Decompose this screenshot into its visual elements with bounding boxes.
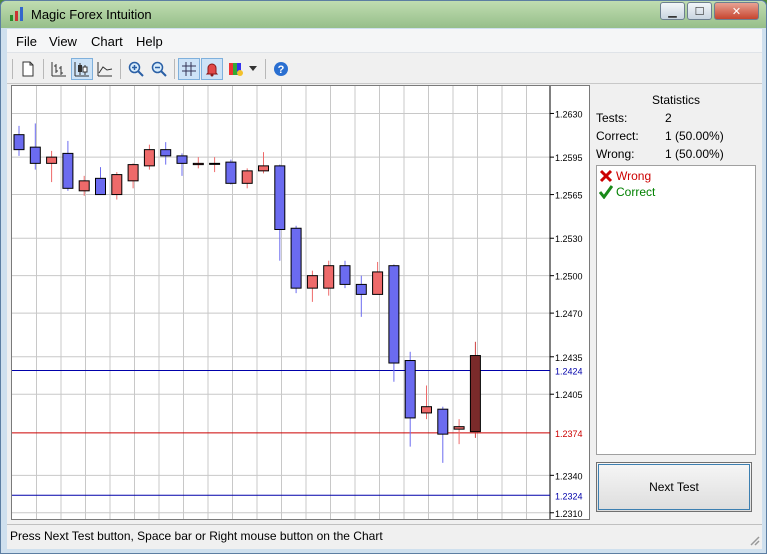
candlestick-icon[interactable] bbox=[71, 58, 93, 80]
candle-body bbox=[339, 265, 351, 285]
candle-body bbox=[421, 406, 432, 414]
candle-body bbox=[437, 408, 449, 435]
candle-body bbox=[225, 161, 237, 184]
maximize-button[interactable]: ☐ bbox=[687, 2, 712, 20]
status-bar: Press Next Test button, Space bar or Rig… bbox=[7, 524, 762, 548]
candle-body bbox=[29, 146, 41, 164]
stat-tests-label: Tests: bbox=[596, 111, 628, 125]
stat-wrong-label: Wrong: bbox=[596, 147, 635, 161]
level-label: 1.2424 bbox=[555, 367, 583, 377]
candle-body bbox=[176, 155, 188, 164]
title-bar[interactable]: Magic Forex Intuition ▁ ☐ ✕ bbox=[1, 1, 766, 28]
resize-grip-icon[interactable] bbox=[748, 534, 760, 546]
y-tick-label: 1.2405 bbox=[555, 390, 583, 400]
zoom-out-icon[interactable] bbox=[148, 58, 170, 80]
candle-body bbox=[143, 149, 155, 167]
stat-wrong-value: 1 (50.00%) bbox=[665, 147, 724, 161]
app-logo-icon bbox=[10, 7, 23, 21]
y-tick-label: 1.2530 bbox=[555, 234, 583, 244]
app-window: Magic Forex Intuition ▁ ☐ ✕ File View Ch… bbox=[0, 0, 767, 554]
new-icon[interactable] bbox=[17, 58, 39, 80]
toolbar-separator bbox=[43, 59, 44, 79]
check-icon bbox=[599, 185, 613, 199]
grid-icon[interactable] bbox=[178, 58, 200, 80]
candle-body bbox=[404, 360, 416, 419]
statistics-title: Statistics bbox=[651, 93, 700, 107]
toolbar-separator bbox=[174, 59, 175, 79]
log-item-text: Wrong bbox=[616, 169, 652, 183]
help-icon[interactable]: ? bbox=[270, 58, 292, 80]
candle-body bbox=[46, 156, 58, 164]
toolbar-separator bbox=[265, 59, 266, 79]
y-tick-label: 1.2470 bbox=[555, 309, 583, 319]
color-scheme-icon[interactable] bbox=[225, 58, 247, 80]
price-chart[interactable]: 1.2630 1.2595 1.2565 1.2530 1.2500 1.2470 1.24… bbox=[11, 85, 590, 520]
candle-body bbox=[453, 426, 465, 430]
side-panel: Statistics Tests: 2 Correct: 1 (50.00%) … bbox=[596, 85, 756, 520]
statistics-panel: Statistics Tests: 2 Correct: 1 (50.00%) … bbox=[596, 89, 756, 165]
candle-body bbox=[274, 165, 286, 231]
bar-chart-icon[interactable] bbox=[48, 58, 70, 80]
y-tick-label: 1.2340 bbox=[555, 471, 583, 481]
candle-body bbox=[111, 174, 123, 196]
dropdown-arrow-icon[interactable] bbox=[247, 58, 259, 80]
toolbar: ? bbox=[7, 54, 762, 84]
stat-correct-value: 1 (50.00%) bbox=[665, 129, 724, 143]
candle-body bbox=[160, 149, 172, 157]
line-chart-icon[interactable] bbox=[94, 58, 116, 80]
candle-body bbox=[127, 164, 139, 182]
y-tick-label: 1.2595 bbox=[555, 153, 583, 163]
status-text: Press Next Test button, Space bar or Rig… bbox=[10, 529, 383, 543]
log-item[interactable]: Wrong bbox=[599, 168, 651, 184]
candle-body bbox=[192, 162, 204, 166]
zoom-in-icon[interactable] bbox=[125, 58, 147, 80]
candle-body bbox=[209, 162, 221, 165]
menu-chart[interactable]: Chart bbox=[91, 34, 123, 49]
level-label: 1.2374 bbox=[555, 429, 583, 439]
candle-body bbox=[469, 355, 481, 433]
close-button[interactable]: ✕ bbox=[714, 2, 759, 20]
candle-body bbox=[13, 134, 25, 151]
results-log[interactable]: Wrong Correct bbox=[596, 165, 756, 455]
window-title: Magic Forex Intuition bbox=[31, 7, 152, 22]
cross-icon bbox=[599, 169, 613, 183]
candle-body bbox=[78, 180, 90, 192]
menu-help[interactable]: Help bbox=[136, 34, 163, 49]
log-item[interactable]: Correct bbox=[599, 184, 655, 200]
log-item-text: Correct bbox=[616, 185, 656, 199]
candle-body bbox=[388, 265, 400, 364]
candle-body bbox=[355, 283, 367, 295]
stat-tests-value: 2 bbox=[665, 111, 672, 125]
y-tick-label: 1.2565 bbox=[555, 191, 583, 201]
y-tick-label: 1.2630 bbox=[555, 109, 583, 119]
menu-file[interactable]: File bbox=[16, 34, 37, 49]
candle-body bbox=[372, 271, 384, 295]
menu-bar: File View Chart Help bbox=[7, 29, 762, 53]
candle-body bbox=[241, 170, 253, 184]
y-tick-label: 1.2435 bbox=[555, 353, 583, 363]
candle-body bbox=[290, 227, 302, 289]
next-test-button[interactable]: Next Test bbox=[596, 462, 752, 512]
candlestick-chart[interactable]: 1.2630 1.2595 1.2565 1.2530 1.2500 1.2470 1.24… bbox=[12, 86, 589, 519]
toolbar-separator bbox=[12, 59, 13, 79]
toolbar-separator bbox=[120, 59, 121, 79]
client-area: File View Chart Help ? 1.2630 1.2595 1.2… bbox=[7, 29, 762, 549]
candle-body bbox=[62, 152, 74, 189]
candle-body bbox=[323, 265, 335, 289]
candle-body bbox=[95, 177, 106, 196]
y-tick-label: 1.2310 bbox=[555, 509, 583, 519]
y-tick-label: 1.2500 bbox=[555, 272, 583, 282]
stat-correct-label: Correct: bbox=[596, 129, 639, 143]
menu-view[interactable]: View bbox=[49, 34, 77, 49]
svg-text:?: ? bbox=[278, 64, 285, 76]
minimize-button[interactable]: ▁ bbox=[660, 2, 685, 20]
level-label: 1.2324 bbox=[555, 491, 583, 501]
candle-body bbox=[306, 275, 318, 289]
candle-body bbox=[258, 165, 269, 172]
alert-bell-icon[interactable] bbox=[201, 58, 223, 80]
